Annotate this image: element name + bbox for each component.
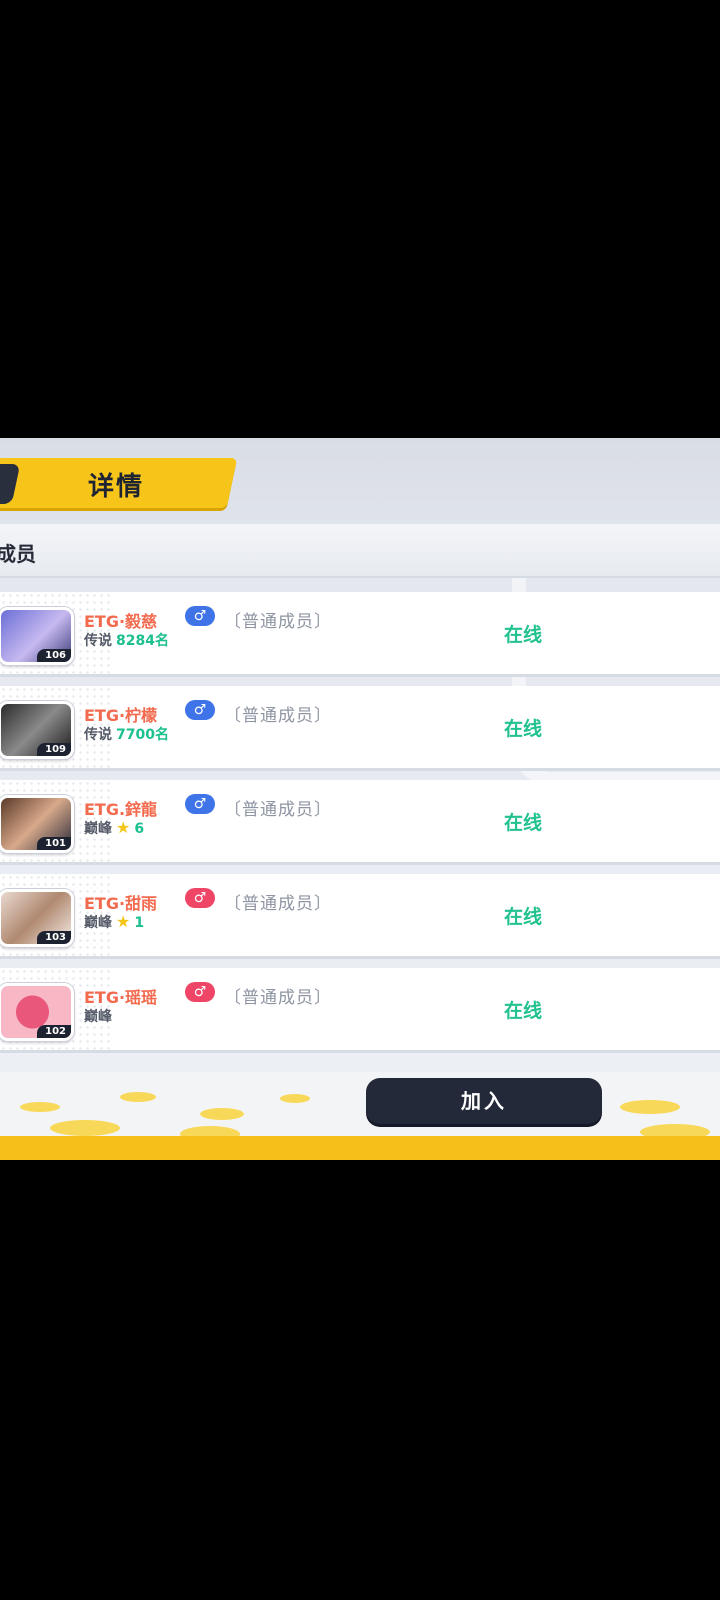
online-status: 在线 — [504, 718, 543, 740]
bottom-stripe — [0, 1136, 720, 1160]
member-rank: 巅峰 ★ 6 — [84, 818, 144, 838]
avatar[interactable]: 102 — [0, 983, 74, 1041]
gender-icon: ♂ — [185, 700, 215, 720]
gender-icon: ♂ — [185, 794, 215, 814]
avatar-level: 101 — [37, 837, 71, 850]
rank-value: 7700名 — [116, 727, 169, 743]
rank-tier: 巅峰 — [84, 821, 112, 837]
member-name: ETG·甜雨 — [84, 894, 158, 913]
member-rank: 巅峰 — [84, 1006, 112, 1026]
member-role: 〔普通成员〕 — [224, 706, 332, 726]
guild-detail-panel: 详情 成员 106 ETG·毅慈 ♂ 〔普通成员〕 传说 8284名 在线 109… — [0, 438, 720, 1160]
rank-tier: 巅峰 — [84, 915, 112, 931]
member-name: ETG·柠檬 — [84, 706, 158, 725]
rank-value: 6 — [134, 821, 145, 837]
rank-value: 8284名 — [116, 633, 169, 649]
decor-dot — [120, 1092, 156, 1102]
avatar-level: 103 — [37, 931, 71, 944]
avatar[interactable]: 106 — [0, 607, 74, 665]
member-rank: 传说 8284名 — [84, 630, 169, 650]
join-button[interactable]: 加入 — [366, 1078, 602, 1124]
rank-tier: 巅峰 — [84, 1009, 112, 1025]
online-status: 在线 — [504, 906, 543, 928]
member-role: 〔普通成员〕 — [224, 894, 332, 914]
member-row[interactable]: 102 ETG·瑶瑶 ♂ 〔普通成员〕 巅峰 在线 — [0, 968, 720, 1053]
page-title: 详情 — [88, 472, 145, 502]
rank-value: 1 — [134, 915, 145, 931]
member-row[interactable]: 101 ETG.鋅龍 ♂ 〔普通成员〕 巅峰 ★ 6 在线 — [0, 780, 720, 865]
section-header: 成员 — [0, 524, 720, 578]
online-status: 在线 — [504, 812, 543, 834]
member-role: 〔普通成员〕 — [224, 800, 332, 820]
member-row[interactable]: 106 ETG·毅慈 ♂ 〔普通成员〕 传说 8284名 在线 — [0, 592, 720, 677]
star-icon: ★ — [116, 818, 131, 837]
avatar-level: 109 — [37, 743, 71, 756]
decor-dot — [50, 1120, 120, 1136]
member-name: ETG.鋅龍 — [84, 800, 158, 819]
section-title: 成员 — [0, 542, 36, 566]
avatar-level: 106 — [37, 649, 71, 662]
decor-dot — [620, 1100, 680, 1114]
star-icon: ★ — [116, 912, 131, 931]
gender-icon: ♂ — [185, 606, 215, 626]
member-rank: 巅峰 ★ 1 — [84, 912, 144, 932]
member-role: 〔普通成员〕 — [224, 612, 332, 632]
decor-dot — [200, 1108, 244, 1120]
gender-icon: ♂ — [185, 888, 215, 908]
online-status: 在线 — [504, 624, 543, 646]
online-status: 在线 — [504, 1000, 543, 1022]
decor-dot — [280, 1094, 310, 1103]
member-role: 〔普通成员〕 — [224, 988, 332, 1008]
member-name: ETG·毅慈 — [84, 612, 158, 631]
rank-tier: 传说 — [84, 633, 112, 649]
member-row[interactable]: 103 ETG·甜雨 ♂ 〔普通成员〕 巅峰 ★ 1 在线 — [0, 874, 720, 959]
bottom-bar — [0, 1072, 720, 1160]
gender-icon: ♂ — [185, 982, 215, 1002]
avatar-level: 102 — [37, 1025, 71, 1038]
avatar[interactable]: 109 — [0, 701, 74, 759]
decor-dot — [20, 1102, 60, 1112]
avatar[interactable]: 101 — [0, 795, 74, 853]
member-row[interactable]: 109 ETG·柠檬 ♂ 〔普通成员〕 传说 7700名 在线 — [0, 686, 720, 771]
member-name: ETG·瑶瑶 — [84, 988, 158, 1007]
member-rank: 传说 7700名 — [84, 724, 169, 744]
rank-tier: 传说 — [84, 727, 112, 743]
avatar[interactable]: 103 — [0, 889, 74, 947]
